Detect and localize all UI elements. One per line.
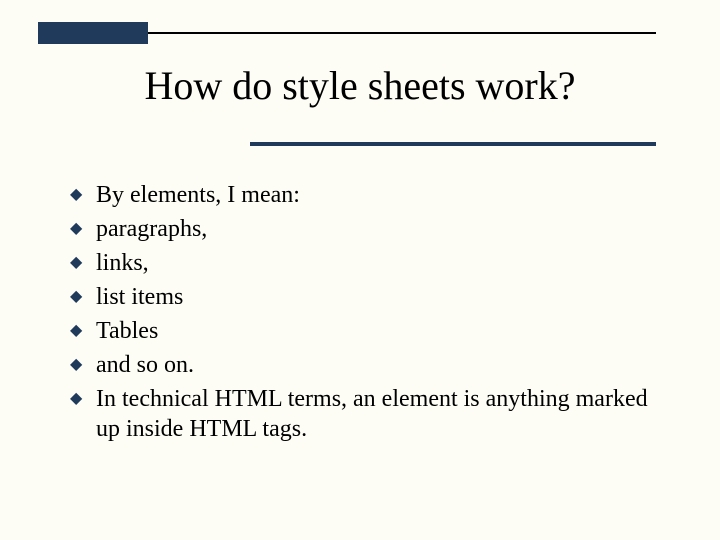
bullet-icon: ◆ (70, 180, 96, 210)
accent-bar (38, 22, 148, 44)
title-underline (250, 142, 656, 146)
bullet-icon: ◆ (70, 282, 96, 312)
bullet-icon: ◆ (70, 350, 96, 380)
slide-title: How do style sheets work? (0, 62, 720, 109)
list-item: ◆ and so on. (70, 350, 670, 380)
list-item-text: and so on. (96, 350, 194, 380)
bullet-icon: ◆ (70, 384, 96, 414)
list-item: ◆ paragraphs, (70, 214, 670, 244)
list-item-text: By elements, I mean: (96, 180, 300, 210)
bullet-icon: ◆ (70, 316, 96, 346)
bullet-list: ◆ By elements, I mean: ◆ paragraphs, ◆ l… (70, 180, 670, 448)
list-item-text: links, (96, 248, 149, 278)
list-item-text: Tables (96, 316, 158, 346)
list-item: ◆ links, (70, 248, 670, 278)
top-divider (148, 32, 656, 34)
list-item: ◆ Tables (70, 316, 670, 346)
bullet-icon: ◆ (70, 248, 96, 278)
list-item: ◆ In technical HTML terms, an element is… (70, 384, 670, 444)
list-item: ◆ By elements, I mean: (70, 180, 670, 210)
list-item-text: In technical HTML terms, an element is a… (96, 384, 670, 444)
bullet-icon: ◆ (70, 214, 96, 244)
list-item-text: list items (96, 282, 183, 312)
list-item-text: paragraphs, (96, 214, 207, 244)
list-item: ◆ list items (70, 282, 670, 312)
